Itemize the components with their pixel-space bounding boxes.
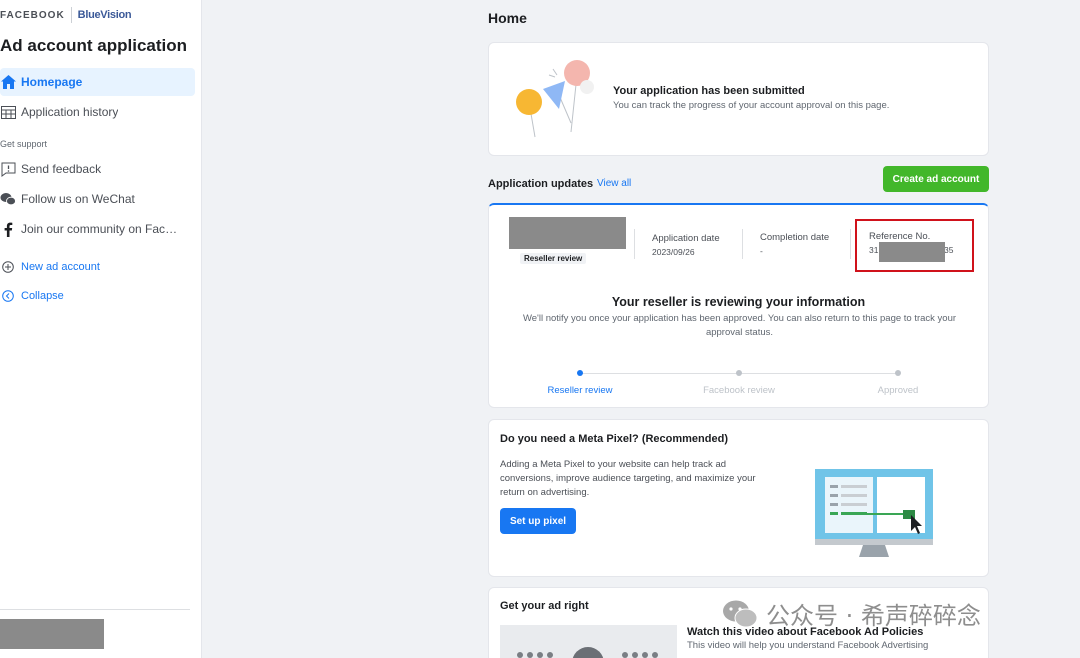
step-reseller-review: Reseller review: [547, 385, 613, 396]
plus-circle-icon: [0, 259, 16, 275]
video-thumbnail[interactable]: [500, 625, 677, 658]
collapse-icon: [0, 288, 16, 304]
application-updates-label: Application updates: [488, 178, 594, 190]
highlight-box: [855, 219, 974, 272]
sidebar-item-label: Follow us on WeChat: [21, 192, 135, 206]
submitted-description: You can track the progress of your accou…: [613, 100, 890, 111]
status-description: We'll notify you once your application h…: [522, 313, 957, 338]
wechat-icon: [0, 191, 16, 207]
sidebar-item-follow-wechat[interactable]: Follow us on WeChat: [0, 185, 195, 213]
brand-logo: FACEBOOK BlueVision: [0, 6, 132, 24]
facebook-icon: [0, 221, 16, 237]
wechat-watermark: 公众号 · 希声碎碎念: [722, 596, 981, 631]
create-ad-account-button[interactable]: Create ad account: [883, 166, 989, 192]
balloon-illustration: [513, 57, 603, 143]
collapse-label: Collapse: [21, 290, 64, 302]
redacted-account-block: [0, 619, 104, 649]
page-title: Home: [488, 10, 527, 26]
sidebar-item-application-history[interactable]: Application history: [0, 98, 195, 126]
sidebar-item-label: Application history: [21, 105, 119, 119]
table-icon: [0, 104, 16, 120]
get-support-label: Get support: [0, 139, 48, 149]
video-description: This video will help you understand Face…: [687, 640, 929, 651]
bluevision-logo-text: BlueVision: [77, 9, 132, 21]
feedback-icon: [0, 161, 16, 177]
step-facebook-review: Facebook review: [703, 385, 775, 396]
step-approved: Approved: [877, 385, 919, 396]
sidebar-divider: [0, 609, 190, 610]
divider: [850, 229, 851, 259]
new-ad-account-label: New ad account: [21, 261, 100, 273]
collapse-link[interactable]: Collapse: [0, 282, 195, 310]
watermark-text: 公众号 · 希声碎碎念: [766, 602, 981, 630]
sidebar-item-label: Send feedback: [21, 162, 102, 176]
sidebar-item-label: Join our community on Facebook: [21, 222, 181, 236]
sidebar-item-label: Homepage: [21, 75, 83, 89]
monitor-illustration: [815, 467, 935, 567]
completion-date-label: Completion date: [760, 232, 830, 243]
sidebar-item-homepage[interactable]: Homepage: [0, 68, 195, 96]
divider: [634, 229, 635, 259]
facebook-logo-text: FACEBOOK: [0, 9, 65, 21]
app-title: Ad account application: [0, 36, 188, 55]
step-dot-approved: [895, 370, 901, 376]
sidebar-item-send-feedback[interactable]: Send feedback: [0, 155, 195, 183]
home-icon: [0, 74, 16, 90]
status-title: Your reseller is reviewing your informat…: [611, 295, 866, 309]
sidebar: FACEBOOK BlueVision Ad account applicati…: [0, 0, 202, 658]
wechat-watermark-icon: [722, 599, 758, 629]
application-date-value: 2023/09/26: [652, 247, 695, 257]
status-badge: Reseller review: [520, 253, 587, 264]
set-up-pixel-button[interactable]: Set up pixel: [500, 508, 576, 534]
step-dot-facebook: [736, 370, 742, 376]
new-ad-account-link[interactable]: New ad account: [0, 253, 195, 281]
application-status-card: Reseller review Application date 2023/09…: [488, 203, 989, 408]
ad-right-title: Get your ad right: [500, 600, 589, 612]
sidebar-item-join-community[interactable]: Join our community on Facebook: [0, 215, 195, 243]
brand-separator: [70, 7, 72, 23]
submitted-title: Your application has been submitted: [613, 85, 805, 97]
redacted-account-name: [509, 217, 626, 249]
step-dot-reseller: [577, 370, 583, 376]
meta-pixel-card: Do you need a Meta Pixel? (Recommended) …: [488, 419, 989, 577]
pixel-title: Do you need a Meta Pixel? (Recommended): [500, 433, 728, 445]
pixel-description: Adding a Meta Pixel to your website can …: [500, 459, 756, 498]
application-date-label: Application date: [652, 233, 720, 244]
completion-date-value: -: [760, 246, 763, 256]
submitted-card: Your application has been submitted You …: [488, 42, 989, 156]
divider: [742, 229, 743, 259]
view-all-link[interactable]: View all: [597, 178, 631, 189]
